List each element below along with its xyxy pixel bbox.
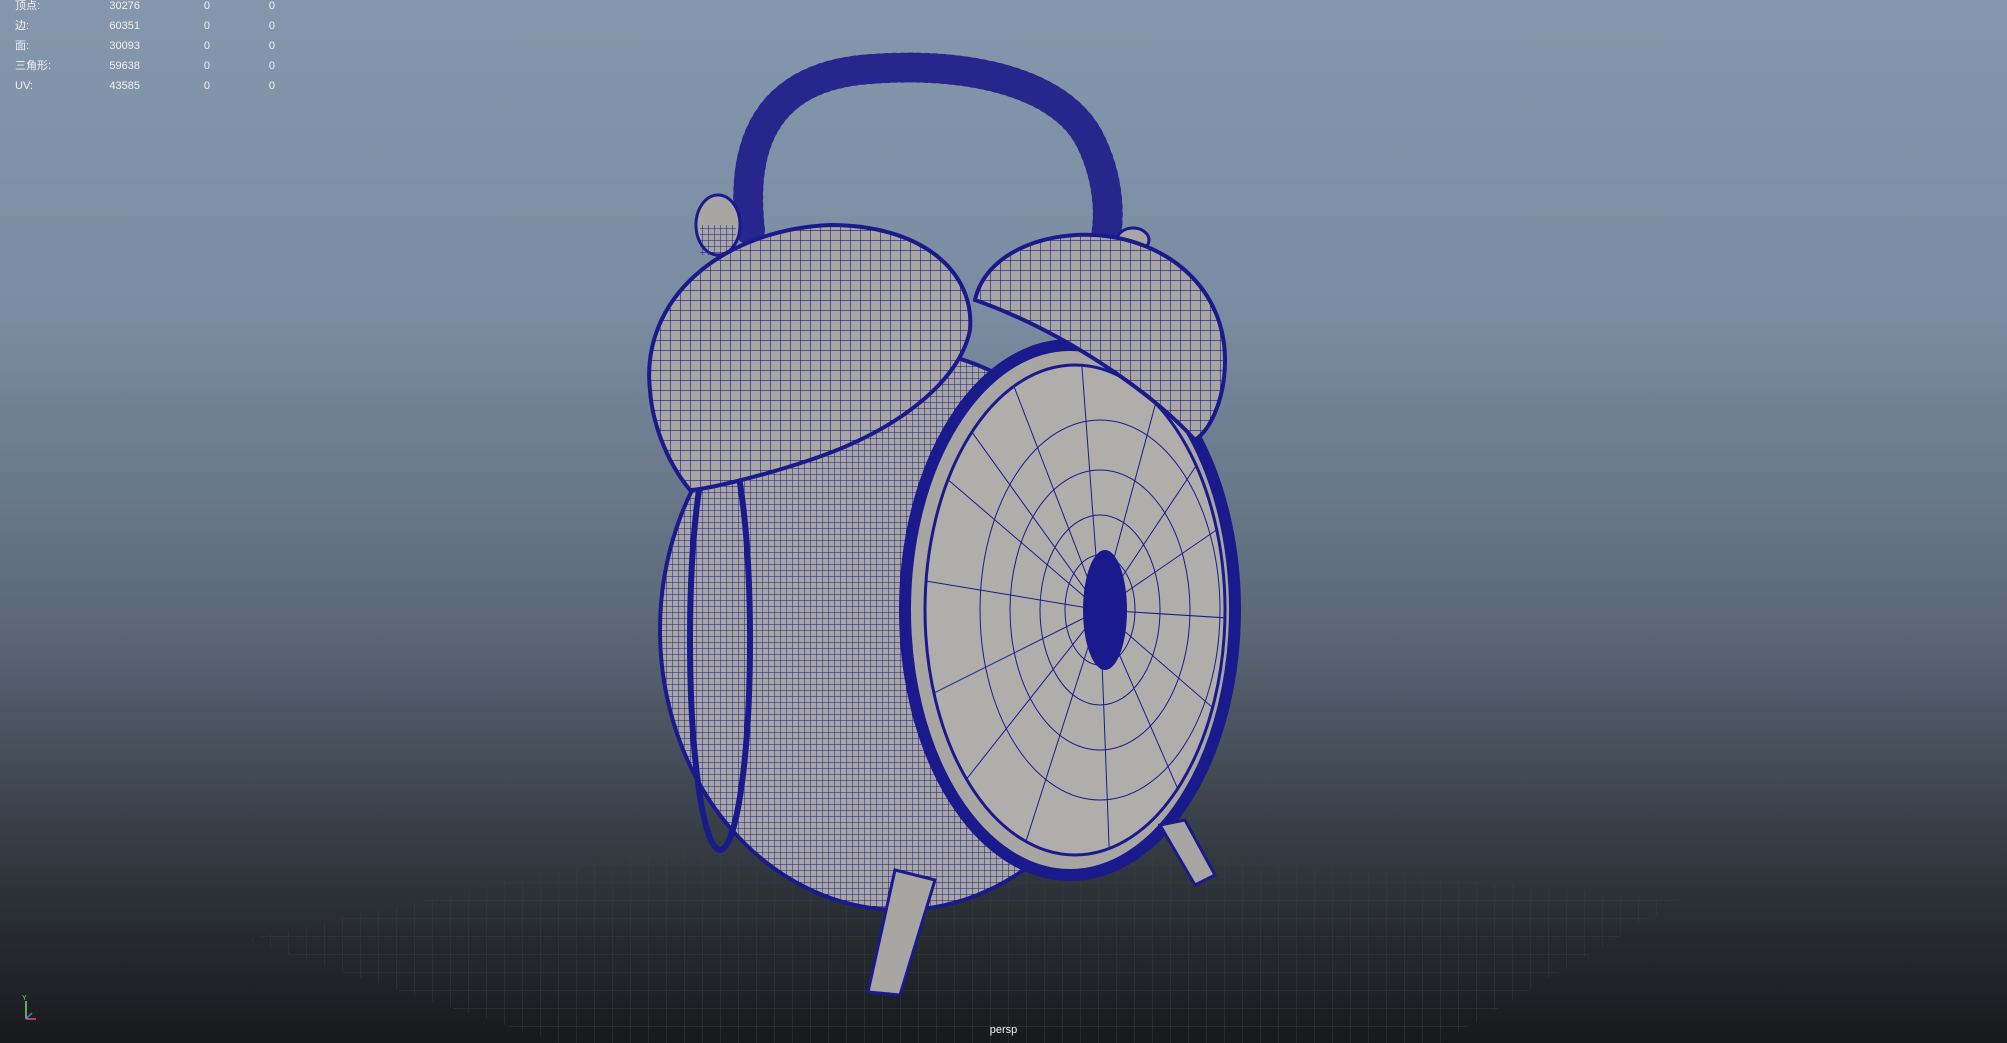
hud-label: UV:: [15, 80, 33, 92]
hud-total: 59638: [109, 60, 140, 72]
axis-gizmo-icon: Y: [22, 995, 36, 1020]
hud-total: 30276: [109, 0, 140, 12]
viewport-scene[interactable]: [0, 0, 2007, 1043]
hud-selected-2: 0: [268, 40, 275, 52]
hud-total: 43585: [109, 80, 140, 92]
hud-selected: 0: [203, 60, 210, 72]
hud-selected-2: 0: [268, 80, 275, 92]
hud-selected: 0: [203, 0, 210, 12]
hud-label: 面:: [15, 40, 30, 52]
hud-selected-2: 0: [268, 20, 275, 32]
axis-y-label: Y: [22, 995, 27, 1002]
hud-selected: 0: [203, 80, 210, 92]
hud-label: 三角形:: [15, 60, 52, 72]
hud-selected-2: 0: [268, 0, 275, 12]
hud-label: 顶点:: [15, 0, 41, 12]
hud-total: 30093: [109, 40, 140, 52]
hud-label: 边:: [15, 20, 30, 32]
hud-total: 60351: [109, 20, 140, 32]
hud-selected: 0: [203, 20, 210, 32]
hud-selected-2: 0: [268, 60, 275, 72]
camera-name-label: persp: [989, 1024, 1018, 1036]
viewport-persp[interactable]: 顶点: 30276 0 0 边: 60351 0 0 面: 30093 0 0 …: [0, 0, 2007, 1043]
hud-selected: 0: [203, 40, 210, 52]
